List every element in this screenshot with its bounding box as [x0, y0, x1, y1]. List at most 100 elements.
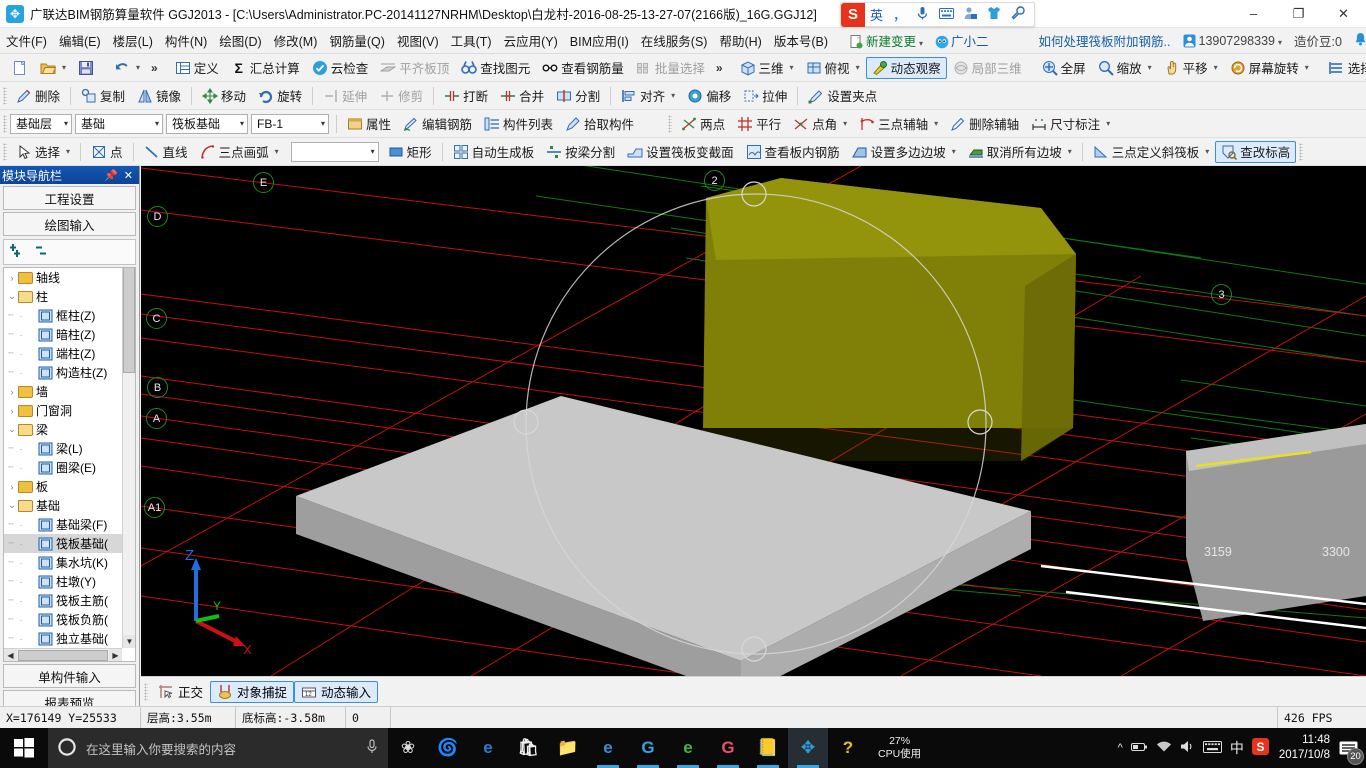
fullscreen-button[interactable]: 全屏 — [1036, 57, 1092, 79]
menu-online-service[interactable]: 在线服务(S) — [635, 28, 714, 53]
floor-select[interactable]: 基础层 ▾ — [10, 113, 72, 134]
axis-bubble-2[interactable]: 2 — [704, 170, 725, 191]
start-button[interactable] — [0, 728, 48, 768]
raft-section-button[interactable]: 设置筏板变截面 — [621, 141, 740, 163]
property-button[interactable]: 属性 — [341, 113, 397, 135]
keyboard-icon[interactable] — [934, 7, 959, 22]
account-button[interactable]: 13907298339 ▾ — [1177, 31, 1289, 51]
scroll-right-button[interactable]: ▶ — [109, 648, 122, 661]
extend-button[interactable]: 延伸 — [317, 85, 373, 107]
notepad-app-icon[interactable]: 📒 — [748, 728, 788, 768]
tab-drawing-input[interactable]: 绘图输入 — [3, 212, 136, 236]
sogou-browser-icon[interactable]: G — [628, 728, 668, 768]
taskbar-search[interactable]: 在这里输入你要搜索的内容 — [48, 728, 388, 768]
ime-language-indicator[interactable]: 中 — [1230, 738, 1244, 758]
tree-expander-icon[interactable]: ⌄ — [6, 500, 18, 511]
tree-item[interactable]: ┄ · 圈梁(E) — [4, 458, 122, 477]
toolbar-edit-grip[interactable] — [3, 86, 7, 105]
cpu-usage-indicator[interactable]: 27% CPU使用 — [878, 728, 921, 768]
toolbar-main-overflow[interactable]: » — [711, 61, 728, 75]
arc-tool-button[interactable]: 三点画弧 ▾ — [194, 141, 285, 163]
view-rebar-quantity-button[interactable]: 查看钢筋量 — [536, 57, 630, 79]
batch-select-button[interactable]: 批量选择 — [630, 57, 711, 79]
tree-expander-icon[interactable]: › — [6, 482, 18, 492]
trim-button[interactable]: 修剪 — [373, 85, 429, 107]
menu-tools[interactable]: 工具(T) — [445, 28, 498, 53]
select-tool-button[interactable]: 选择 ▾ — [10, 141, 76, 163]
incline-raft-button[interactable]: 三点定义斜筏板 ▾ — [1087, 141, 1216, 163]
qq-browser-icon[interactable]: G — [708, 728, 748, 768]
new-change-button[interactable]: 新建变更 ▾ — [844, 28, 929, 53]
cloud-check-button[interactable]: 云检查 — [306, 57, 375, 79]
component-list-button[interactable]: 构件列表 — [478, 113, 559, 135]
point-angle-axis-button[interactable]: 点角 ▾ — [787, 113, 853, 135]
internet-explorer-icon[interactable]: e — [588, 728, 628, 768]
auto-generate-slab-button[interactable]: 自动生成板 — [447, 141, 541, 163]
menu-view[interactable]: 视图(V) — [391, 28, 445, 53]
merge-button[interactable]: 合并 — [494, 85, 550, 107]
menu-help[interactable]: 帮助(H) — [713, 28, 767, 53]
menu-edit[interactable]: 编辑(E) — [53, 28, 107, 53]
search-microphone-icon[interactable] — [366, 738, 378, 758]
menu-file[interactable]: 文件(F) — [0, 28, 53, 53]
align-slab-top-button[interactable]: 平齐板顶 — [374, 57, 455, 79]
axis-bubble-A1[interactable]: A1 — [144, 497, 165, 518]
wifi-icon[interactable] — [1156, 740, 1172, 756]
scroll-down-button[interactable]: ▼ — [123, 635, 135, 648]
member-select[interactable]: FB-1 ▾ — [251, 113, 329, 134]
tree-item[interactable]: › 轴线 — [4, 268, 122, 287]
delete-button[interactable]: 删除 — [10, 85, 66, 107]
sogou-tray-icon[interactable]: S — [1251, 738, 1269, 758]
dimension-button[interactable]: 尺寸标注 ▾ — [1025, 113, 1116, 135]
stretch-button[interactable]: 拉伸 — [737, 85, 793, 107]
move-button[interactable]: 移动 — [196, 85, 252, 107]
toolbar-draw-grip-end[interactable] — [1299, 142, 1304, 161]
360-browser-icon[interactable]: e — [668, 728, 708, 768]
maximize-button[interactable]: ❐ — [1276, 0, 1321, 28]
ime-toolbar[interactable]: S 英 ， — [840, 2, 1036, 27]
cancel-all-slopes-button[interactable]: 取消所有边坡 ▾ — [962, 141, 1078, 163]
open-file-button[interactable]: ▾ — [34, 57, 72, 79]
tree-expander-icon[interactable]: › — [6, 273, 18, 283]
notification-bell-icon[interactable] — [1348, 29, 1366, 52]
tree-item[interactable]: ⌄ 柱 — [4, 287, 122, 306]
axis-bubble-B[interactable]: B — [147, 377, 168, 398]
assistant-button[interactable]: 广小二 — [929, 28, 995, 53]
axis-bubble-A[interactable]: A — [146, 408, 167, 429]
tree-expander-icon[interactable]: ⌄ — [6, 424, 18, 435]
select-floor-button[interactable]: 选择楼层 — [1323, 57, 1366, 79]
object-snap-toggle[interactable]: 对象捕捉 — [210, 680, 295, 703]
tree-expander-icon[interactable]: › — [6, 406, 18, 416]
tree-horizontal-scrollbar[interactable]: ◀ ▶ — [4, 648, 122, 661]
type-select[interactable]: 筏板基础 ▾ — [166, 113, 248, 134]
volume-icon[interactable] — [1180, 740, 1195, 756]
menu-cloud-apps[interactable]: 云应用(Y) — [498, 28, 564, 53]
set-grip-point-button[interactable]: 设置夹点 — [802, 85, 883, 107]
copy-button[interactable]: 复制 — [75, 85, 131, 107]
view-slab-rebar-button[interactable]: 查看板内钢筋 — [740, 141, 846, 163]
new-file-button[interactable] — [6, 57, 34, 79]
poly-slope-button[interactable]: 设置多边边坡 ▾ — [846, 141, 962, 163]
ime-language-mode[interactable]: 英 — [865, 5, 888, 24]
store-app-icon[interactable]: 🛍 — [508, 728, 548, 768]
three-point-axis-button[interactable]: 三点辅轴 ▾ — [853, 113, 944, 135]
top-view-button[interactable]: 俯视 ▾ — [800, 57, 866, 79]
rotate-button[interactable]: 旋转 — [252, 85, 308, 107]
tree-item[interactable]: ┄ · 框柱(Z) — [4, 306, 122, 325]
find-element-button[interactable]: 查找图元 — [455, 57, 536, 79]
axis-bubble-C[interactable]: C — [146, 308, 167, 329]
tree-item[interactable]: › 门窗洞 — [4, 401, 122, 420]
align-button[interactable]: 对齐 ▾ — [615, 85, 681, 107]
split-button[interactable]: 分割 — [550, 85, 606, 107]
rectangle-tool-button[interactable]: 矩形 — [382, 141, 438, 163]
tray-expand-icon[interactable]: ^ — [1118, 742, 1123, 754]
skin-icon[interactable] — [982, 6, 1006, 23]
edit-rebar-button[interactable]: 编辑钢筋 — [397, 113, 478, 135]
menu-component[interactable]: 构件(N) — [159, 28, 213, 53]
axis-bubble-D[interactable]: D — [147, 206, 168, 227]
toolbar-file-overflow[interactable]: » — [146, 61, 163, 75]
check-elevation-button[interactable]: 查改标高 — [1215, 140, 1297, 163]
menu-version[interactable]: 版本号(B) — [768, 28, 834, 53]
tree-item[interactable]: ┄ · 暗柱(Z) — [4, 325, 122, 344]
panel-close-icon[interactable]: ✕ — [121, 169, 136, 182]
